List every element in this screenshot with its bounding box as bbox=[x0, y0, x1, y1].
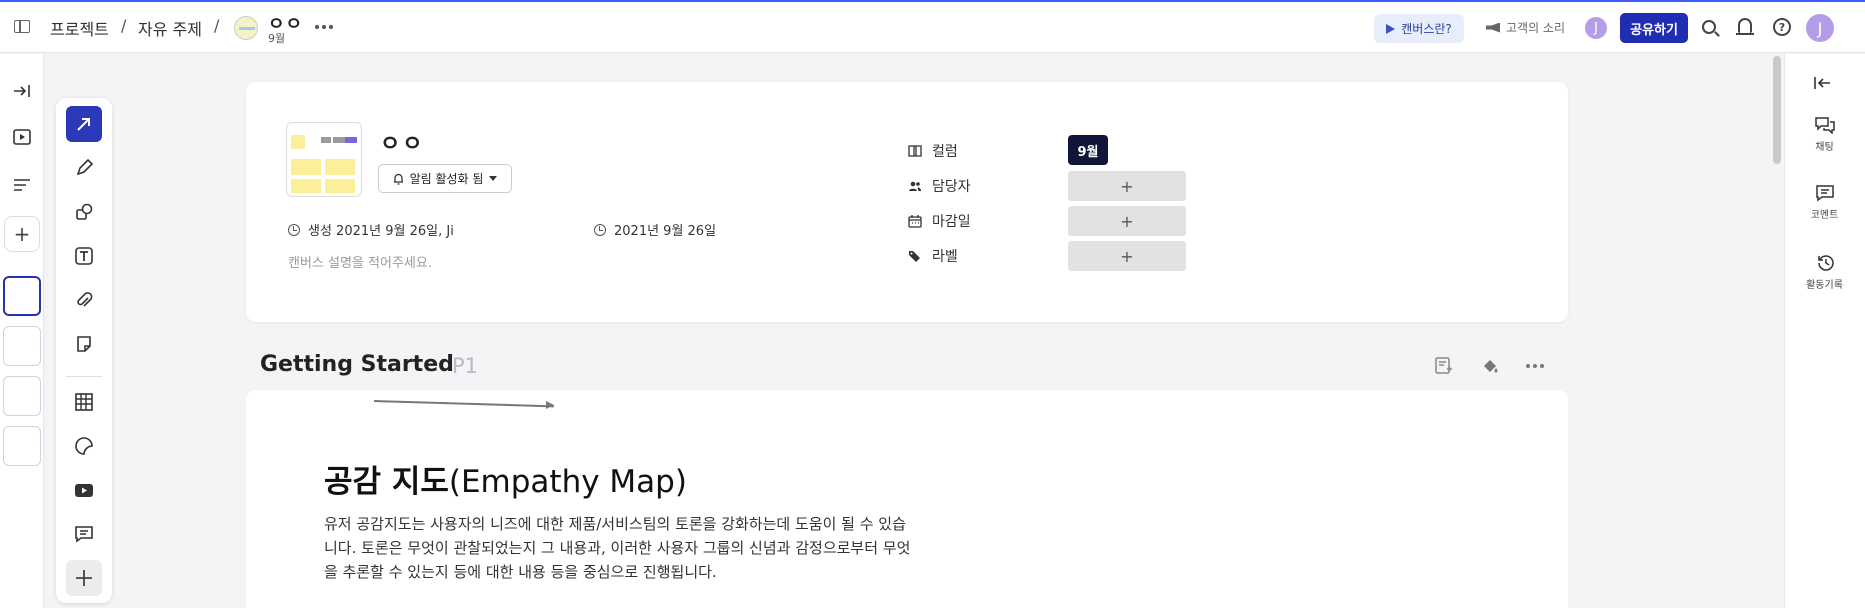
label-label: 라벨 bbox=[932, 249, 958, 265]
add-label-button[interactable]: + bbox=[1068, 241, 1186, 271]
description-placeholder[interactable]: 캔버스 설명을 적어주세요. bbox=[288, 252, 432, 271]
label-property: 라벨 bbox=[908, 246, 958, 266]
sticky-note-icon[interactable] bbox=[66, 326, 102, 362]
page-number: P1 bbox=[452, 354, 479, 378]
sidebar-toggle-icon[interactable] bbox=[14, 20, 30, 33]
clock-icon bbox=[594, 223, 606, 236]
people-icon bbox=[909, 181, 921, 191]
comment-icon bbox=[1815, 185, 1834, 202]
add-page-icon[interactable]: + bbox=[4, 216, 40, 252]
notification-bell-icon[interactable] bbox=[1736, 18, 1754, 35]
table-icon[interactable] bbox=[66, 384, 102, 420]
pen-icon[interactable] bbox=[66, 150, 102, 186]
section-more-icon[interactable] bbox=[1526, 364, 1544, 368]
notification-label: 알림 활성화 됨 bbox=[409, 172, 484, 186]
help-icon[interactable]: ? bbox=[1773, 18, 1791, 36]
document-title-rest: (Empathy Map) bbox=[448, 464, 687, 500]
page-thumbnail[interactable] bbox=[3, 426, 41, 466]
toolbar-divider bbox=[66, 376, 102, 377]
document-title-bold: 공감 지도 bbox=[324, 464, 449, 500]
tag-icon bbox=[909, 251, 920, 262]
breadcrumb-project[interactable]: 프로젝트 bbox=[50, 16, 109, 40]
breadcrumb-separator: / bbox=[214, 16, 220, 35]
breadcrumb-topic[interactable]: 자유 주제 bbox=[138, 16, 202, 40]
due-date-property: 마감일 bbox=[908, 211, 971, 231]
more-options-icon[interactable] bbox=[315, 25, 333, 29]
due-date-label: 마감일 bbox=[932, 214, 971, 230]
activity-panel-button[interactable]: 활동기록 bbox=[1784, 254, 1865, 291]
bell-icon bbox=[393, 173, 403, 185]
chat-panel-button[interactable]: 채팅 bbox=[1784, 116, 1865, 153]
expand-icon[interactable] bbox=[12, 82, 32, 100]
megaphone-icon bbox=[1486, 22, 1500, 33]
canvas-name[interactable]: ㅇㅇ bbox=[380, 126, 424, 158]
chevron-down-icon bbox=[489, 176, 498, 181]
activity-label: 활동기록 bbox=[1806, 280, 1843, 291]
canvas-preview-thumbnail[interactable] bbox=[286, 122, 362, 197]
chat-icon bbox=[1814, 117, 1835, 134]
customer-voice-label: 고객의 소리 bbox=[1506, 21, 1566, 35]
collapse-panel-icon[interactable] bbox=[1813, 74, 1831, 95]
top-bar: 프로젝트 / 자유 주제 / ㅇㅇ 9월 캔버스란? 고객의 소리 J 공유하기… bbox=[0, 2, 1865, 53]
paint-bucket-icon[interactable] bbox=[1480, 356, 1500, 376]
play-icon bbox=[1386, 23, 1396, 34]
notification-toggle-button[interactable]: 알림 활성화 됨 bbox=[378, 164, 512, 193]
comment-panel-button[interactable]: 코멘트 bbox=[1784, 184, 1865, 221]
select-arrow-icon[interactable] bbox=[66, 106, 102, 142]
video-icon[interactable] bbox=[66, 472, 102, 508]
add-assignee-button[interactable]: + bbox=[1068, 171, 1186, 201]
customer-voice-button[interactable]: 고객의 소리 bbox=[1486, 19, 1565, 36]
created-info: 생성 2021년 9월 26일, Ji bbox=[288, 220, 454, 239]
updated-text: 2021년 9월 26일 bbox=[614, 224, 717, 239]
present-icon[interactable] bbox=[12, 128, 32, 146]
canvas-thumbnail[interactable] bbox=[234, 16, 258, 40]
page-thumbnail[interactable] bbox=[3, 376, 41, 416]
shapes-icon[interactable] bbox=[66, 194, 102, 230]
add-template-icon[interactable] bbox=[1434, 356, 1454, 376]
sticker-icon[interactable] bbox=[66, 428, 102, 464]
scrollbar-thumb[interactable] bbox=[1773, 56, 1781, 164]
canvas-help-label: 캔버스란? bbox=[1401, 22, 1452, 36]
canvas-help-button[interactable]: 캔버스란? bbox=[1374, 14, 1464, 43]
user-avatar[interactable]: J bbox=[1806, 14, 1834, 42]
text-icon[interactable] bbox=[66, 238, 102, 274]
collaborator-avatar[interactable]: J bbox=[1585, 17, 1607, 39]
column-value-chip[interactable]: 9월 bbox=[1068, 135, 1108, 165]
page-thumbnail[interactable] bbox=[3, 276, 41, 316]
section-title[interactable]: Getting Started bbox=[260, 352, 454, 377]
assignee-label: 담당자 bbox=[932, 179, 971, 195]
breadcrumb-separator: / bbox=[121, 16, 127, 35]
clock-icon bbox=[288, 223, 300, 236]
search-icon[interactable] bbox=[1702, 20, 1716, 34]
left-rail: + bbox=[0, 54, 44, 608]
comment-label: 코멘트 bbox=[1810, 210, 1839, 221]
document-title[interactable]: 공감 지도(Empathy Map) bbox=[324, 456, 687, 501]
canvas-subtitle: 9월 bbox=[268, 32, 286, 45]
canvas-info-card: ㅇㅇ 알림 활성화 됨 생성 2021년 9월 26일, Ji 2021년 9월… bbox=[246, 82, 1568, 322]
chat-label: 채팅 bbox=[1815, 142, 1834, 153]
assignee-property: 담당자 bbox=[908, 176, 971, 196]
comment-icon[interactable] bbox=[66, 516, 102, 552]
column-property: 컬럼 bbox=[908, 141, 958, 161]
column-label: 컬럼 bbox=[932, 144, 958, 160]
column-icon bbox=[908, 145, 922, 157]
document-body[interactable]: 유저 공감지도는 사용자의 니즈에 대한 제품/서비스팀의 토론을 강화하는데 … bbox=[324, 512, 914, 584]
page-thumbnail[interactable] bbox=[3, 326, 41, 366]
attach-icon[interactable] bbox=[66, 282, 102, 318]
add-icon[interactable] bbox=[66, 560, 102, 596]
add-due-date-button[interactable]: + bbox=[1068, 206, 1186, 236]
created-text: 생성 2021년 9월 26일, Ji bbox=[308, 224, 454, 239]
calendar-icon bbox=[908, 214, 922, 228]
updated-info: 2021년 9월 26일 bbox=[594, 220, 716, 239]
tool-palette bbox=[56, 98, 112, 603]
outline-icon[interactable] bbox=[12, 176, 32, 194]
connector-arrowhead bbox=[546, 401, 554, 409]
history-icon bbox=[1817, 255, 1834, 271]
share-button[interactable]: 공유하기 bbox=[1620, 13, 1688, 43]
